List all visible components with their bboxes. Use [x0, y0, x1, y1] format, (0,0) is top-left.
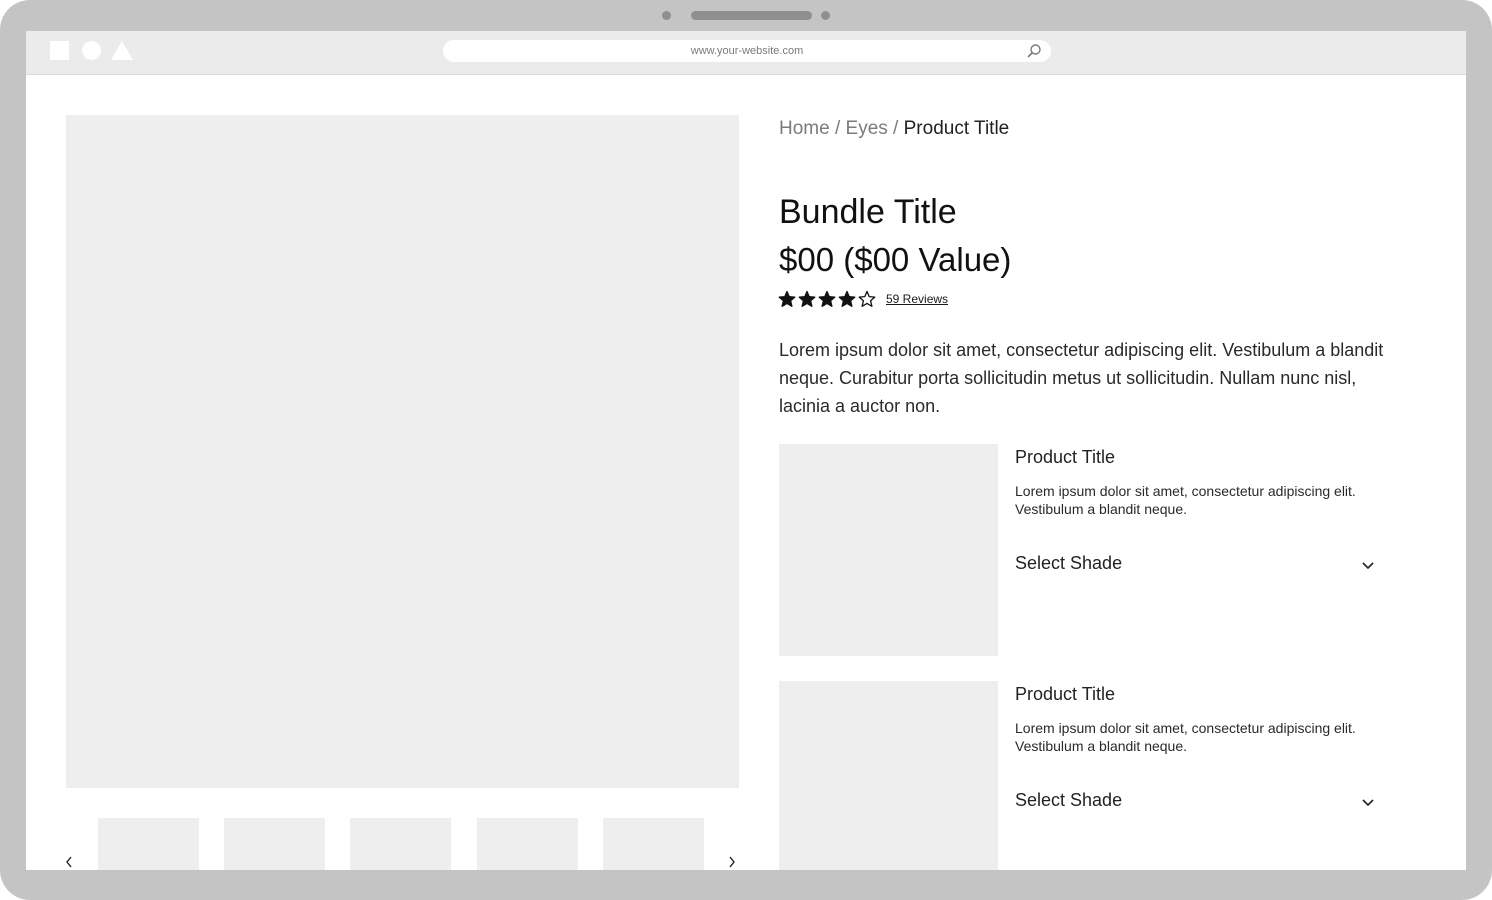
star-filled-icon[interactable]: [778, 290, 796, 308]
camera-dot: [662, 11, 671, 20]
search-icon[interactable]: [1026, 43, 1042, 59]
shade-select-label[interactable]: Select Shade: [1015, 790, 1122, 811]
gallery-prev-button[interactable]: [62, 854, 76, 870]
product-description: Lorem ipsum dolor sit amet, consectetur …: [779, 340, 1384, 416]
chevron-left-icon: [66, 856, 72, 868]
bundle-price: $00 ($00 Value): [779, 241, 1012, 278]
chevron-down-icon[interactable]: [1361, 797, 1375, 809]
reviews-link[interactable]: 59 Reviews: [886, 292, 948, 306]
bundle-item-title[interactable]: Product Title: [1015, 684, 1115, 705]
gallery-thumbnail[interactable]: [224, 818, 325, 870]
chevron-down-icon[interactable]: [1361, 560, 1375, 572]
breadcrumb-separator: /: [829, 118, 846, 139]
star-filled-icon[interactable]: [838, 290, 856, 308]
sensor-dot: [821, 11, 830, 20]
bundle-item-description: Lorem ipsum dolor sit amet, consectetur …: [1015, 720, 1356, 754]
breadcrumb-home[interactable]: Home: [779, 118, 830, 139]
bundle-item-description: Lorem ipsum dolor sit amet, consectetur …: [1015, 483, 1356, 517]
rating-stars[interactable]: [778, 290, 876, 308]
bundle-item-image[interactable]: [779, 444, 998, 656]
triangle-icon[interactable]: [111, 41, 133, 60]
address-bar[interactable]: www.your-website.com: [443, 40, 1051, 62]
browser-toolbar: www.your-website.com: [26, 31, 1466, 75]
shade-select-label[interactable]: Select Shade: [1015, 553, 1122, 574]
circle-icon[interactable]: [82, 41, 101, 60]
bundle-item-title[interactable]: Product Title: [1015, 447, 1115, 468]
star-filled-icon[interactable]: [818, 290, 836, 308]
gallery-thumbnail[interactable]: [98, 818, 199, 870]
breadcrumb-category[interactable]: Eyes: [846, 118, 888, 139]
speaker-bar: [691, 11, 812, 20]
url-text[interactable]: www.your-website.com: [443, 40, 1051, 62]
star-filled-icon[interactable]: [798, 290, 816, 308]
breadcrumb-current: Product Title: [903, 118, 1010, 139]
page-title: Bundle Title: [779, 193, 957, 231]
shade-select[interactable]: Select Shade: [1015, 790, 1375, 816]
shade-select[interactable]: Select Shade: [1015, 553, 1375, 579]
chevron-right-icon: [729, 856, 735, 868]
star-empty-icon[interactable]: [858, 290, 876, 308]
square-icon[interactable]: [50, 41, 69, 60]
gallery-thumbnail[interactable]: [477, 818, 578, 870]
gallery-next-button[interactable]: [725, 854, 739, 870]
breadcrumb: Home / Eyes / Product Title: [779, 118, 1009, 140]
main-product-image[interactable]: [66, 115, 739, 788]
breadcrumb-separator: /: [887, 118, 904, 139]
gallery-thumbnail[interactable]: [350, 818, 451, 870]
gallery-thumbnail[interactable]: [603, 818, 704, 870]
device-frame: www.your-website.com Home / Eyes / Produ…: [0, 0, 1492, 900]
bundle-item-image[interactable]: [779, 681, 998, 870]
browser-window: www.your-website.com Home / Eyes / Produ…: [26, 31, 1466, 870]
